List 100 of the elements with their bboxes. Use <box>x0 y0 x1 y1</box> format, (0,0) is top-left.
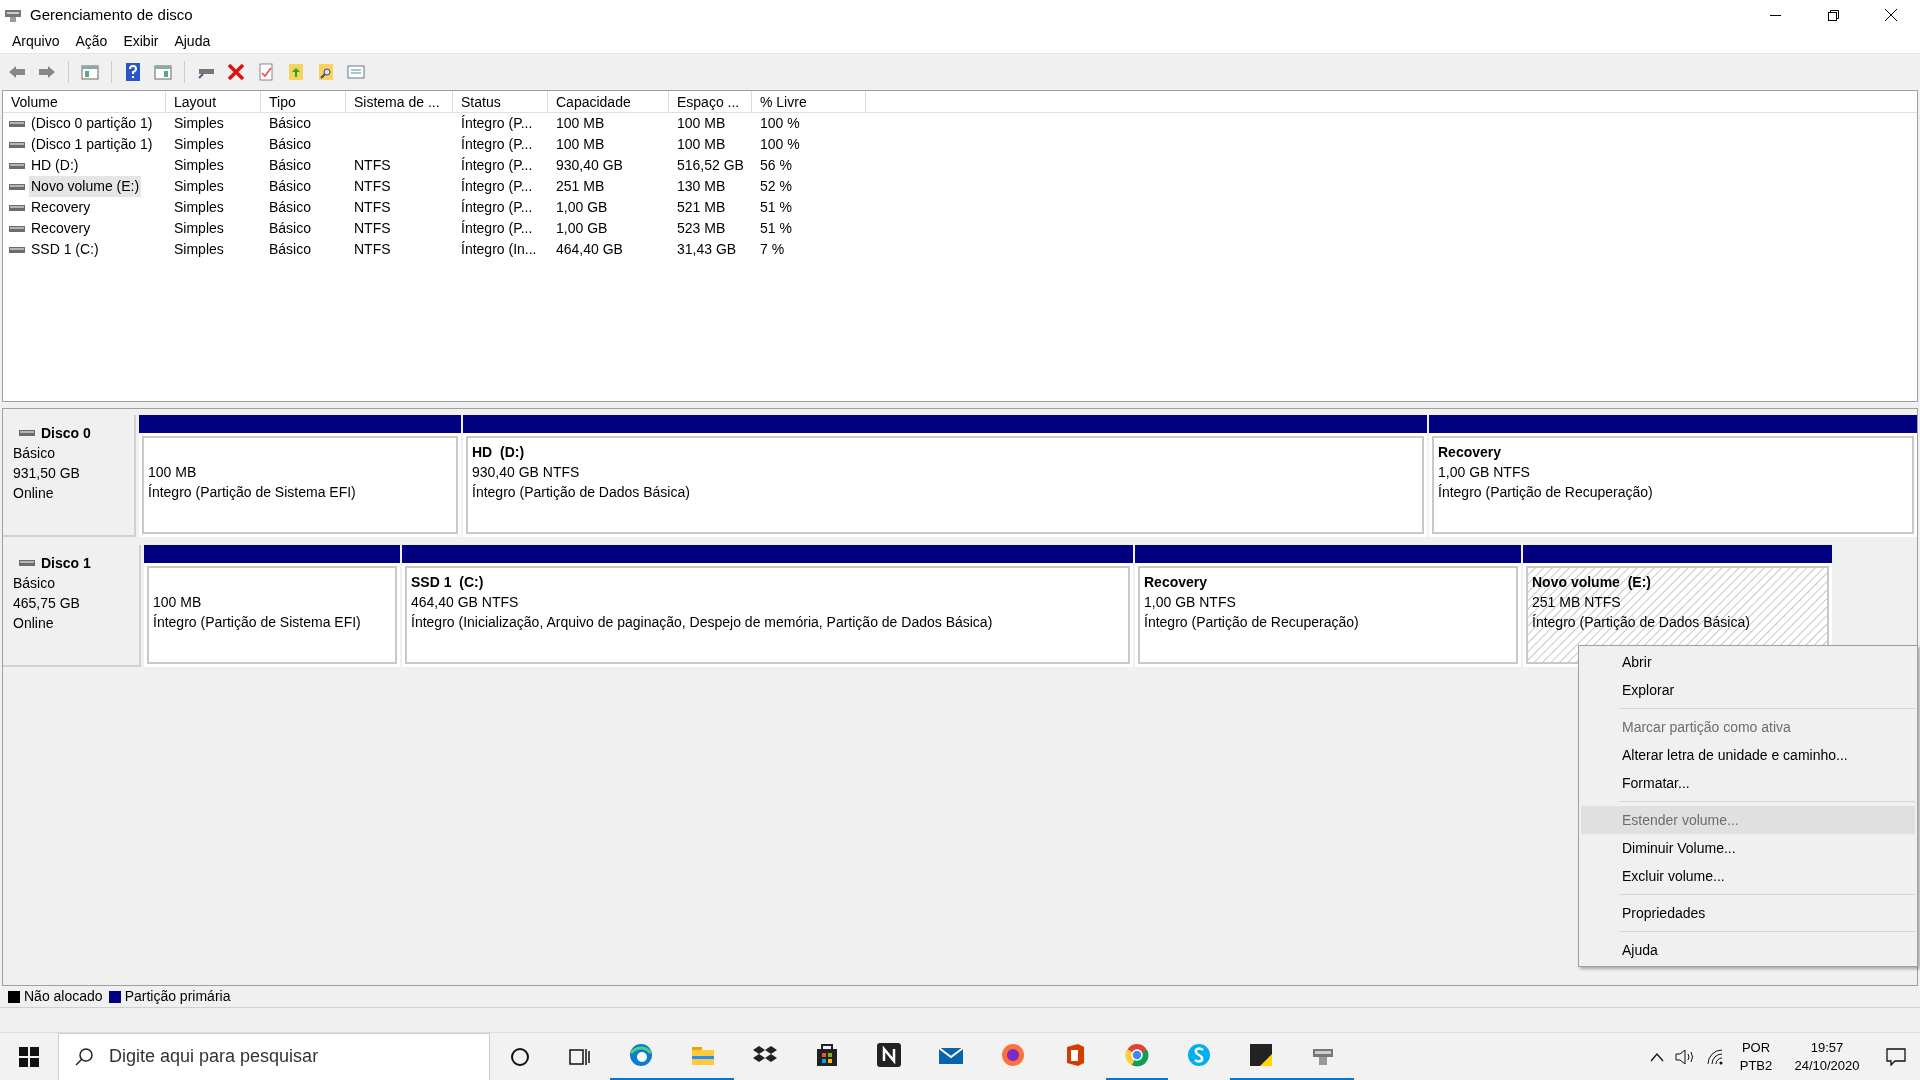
partition-size: 100 MB <box>153 593 202 612</box>
table-cell-text: 100 MB <box>677 135 726 154</box>
partition-status: Íntegro (Inicialização, Arquivo de paginação, Despejo de memória, Partição de Dados Básica) <box>411 613 993 632</box>
partition-status: Íntegro (Partição de Recuperação) <box>1144 613 1359 632</box>
partition-block[interactable]: 100 MB Íntegro (Partição de Sistema EFI) <box>144 545 400 667</box>
partition-name: HD (D:) <box>472 443 525 462</box>
table-cell-text: 56 % <box>760 156 792 175</box>
partition-block[interactable]: Recovery 1,00 GB NTFS Íntegro (Partição de Recuperação) <box>1429 415 1917 537</box>
table-cell-text: 251 MB <box>556 177 605 196</box>
language-indicator[interactable]: POR PTB2 <box>1730 1032 1782 1080</box>
table-cell: Novo volume (E:) <box>29 176 142 197</box>
table-cell-text: Recovery <box>30 219 92 238</box>
column-header[interactable]: Tipo <box>261 91 346 113</box>
partition-size: 1,00 GB NTFS <box>1438 463 1530 482</box>
table-cell-text: Íntegro (P... <box>461 198 533 217</box>
table-cell-text: SSD 1 (C:) <box>30 240 100 259</box>
column-header[interactable]: Layout <box>166 91 261 113</box>
table-cell-text: (Disco 0 partição 1) <box>30 114 154 133</box>
table-row[interactable]: Novo volume (E:) Simples Básico NTFS Íntegro (P... 251 MB 130 MB 52 % <box>3 176 1917 197</box>
table-cell-text: NTFS <box>354 240 391 259</box>
menu-item[interactable]: Ajuda <box>1581 927 1915 964</box>
table-cell-text: 100 MB <box>556 114 605 133</box>
table-cell-text: Básico <box>269 114 312 133</box>
table-cell-text: 523 MB <box>677 219 726 238</box>
table-cell-text: Íntegro (P... <box>461 177 533 196</box>
column-header[interactable]: Status <box>453 91 548 113</box>
table-cell-text: Básico <box>269 240 312 259</box>
disk-label-panel[interactable]: Disco 0 Básico 931,50 GB Online <box>3 415 136 537</box>
drive-icon <box>9 224 25 233</box>
table-cell-text: (Disco 1 partição 1) <box>30 135 154 154</box>
partition-block[interactable]: Recovery 1,00 GB NTFS Íntegro (Partição de Recuperação) <box>1135 545 1521 667</box>
table-cell-text: Simples <box>174 156 224 175</box>
table-cell-text: Íntegro (P... <box>461 135 533 154</box>
table-row[interactable]: (Disco 1 partição 1) Simples Básico Íntegro (P... 100 MB 100 MB 100 % <box>3 134 1917 155</box>
table-cell-text: NTFS <box>354 198 391 217</box>
column-header[interactable]: Sistema de ... <box>346 91 453 113</box>
partition-name: Recovery <box>1144 573 1208 592</box>
disk-size: 931,50 GB <box>13 464 80 483</box>
table-cell-text: Íntegro (P... <box>461 156 533 175</box>
table-cell-text: 100 MB <box>556 135 605 154</box>
column-header[interactable]: Espaço ... <box>669 91 752 113</box>
menu-item[interactable]: Excluir volume... <box>1581 862 1915 890</box>
partition-block[interactable]: SSD 1 (C:) 464,40 GB NTFS Íntegro (Inicialização, Arquivo de paginação, Despejo de memória, Partição de Dados Básica) <box>402 545 1133 667</box>
table-cell-text: Simples <box>174 219 224 238</box>
table-cell-text: Íntegro (P... <box>461 219 533 238</box>
legend-label: Partição primária <box>124 987 231 1006</box>
menu-item[interactable]: Arquivo <box>4 30 68 53</box>
menu-item[interactable]: Formatar... <box>1581 769 1915 797</box>
table-cell-text: 1,00 GB <box>556 219 608 238</box>
table-cell-text: NTFS <box>354 177 391 196</box>
table-cell-text: Básico <box>269 219 312 238</box>
menu-item[interactable]: Alterar letra de unidade e caminho... <box>1581 741 1915 769</box>
disk-name: Disco 0 <box>41 424 91 443</box>
partition-size: 930,40 GB NTFS <box>472 463 580 482</box>
table-cell-text: Simples <box>174 114 224 133</box>
table-row[interactable]: (Disco 0 partição 1) Simples Básico Íntegro (P... 100 MB 100 MB 100 % <box>3 113 1917 134</box>
menu-item[interactable]: Ajuda <box>166 30 219 53</box>
column-header[interactable]: Volume <box>3 91 166 113</box>
partition-status: Íntegro (Partição de Recuperação) <box>1438 483 1653 502</box>
disk-type: Básico <box>13 574 56 593</box>
partition-status: Íntegro (Partição de Sistema EFI) <box>153 613 361 632</box>
partition-name: Recovery <box>1438 443 1502 462</box>
table-row[interactable]: Recovery Simples Básico NTFS Íntegro (P... 1,00 GB 523 MB 51 % <box>3 218 1917 239</box>
table-row[interactable]: Recovery Simples Básico NTFS Íntegro (P... 1,00 GB 521 MB 51 % <box>3 197 1917 218</box>
table-cell-text: NTFS <box>354 219 391 238</box>
disk-size: 465,75 GB <box>13 594 80 613</box>
table-cell-text: 1,00 GB <box>556 198 608 217</box>
column-header[interactable]: Capacidade <box>548 91 669 113</box>
table-cell-text: 51 % <box>760 198 792 217</box>
table-cell-text: 464,40 GB <box>556 240 623 259</box>
disk-type: Básico <box>13 444 56 463</box>
menu-item[interactable]: Ação <box>67 30 116 53</box>
table-row[interactable]: SSD 1 (C:) Simples Básico NTFS Íntegro (In... 464,40 GB 31,43 GB 7 % <box>3 239 1917 260</box>
partition-size: 1,00 GB NTFS <box>1144 593 1236 612</box>
menu-item[interactable]: Propriedades <box>1581 890 1915 927</box>
partition-size: 251 MB NTFS <box>1532 593 1621 612</box>
table-cell-text: HD (D:) <box>30 156 80 175</box>
disk-label-panel[interactable]: Disco 1 Básico 465,75 GB Online <box>3 545 141 667</box>
table-cell-text: Básico <box>269 198 312 217</box>
table-cell-text: Íntegro (In... <box>461 240 537 259</box>
search-field[interactable]: Digite aqui para pesquisar <box>58 1032 490 1080</box>
legend-label: Não alocado <box>24 987 103 1006</box>
partition-block[interactable]: 100 MB Íntegro (Partição de Sistema EFI) <box>139 415 461 537</box>
drive-icon <box>9 140 25 149</box>
window-title: Gerenciamento de disco <box>30 4 193 25</box>
table-cell-text: Recovery <box>30 198 92 217</box>
partition-name: Novo volume (E:) <box>1532 573 1651 592</box>
menu-item[interactable]: Explorar <box>1581 676 1915 704</box>
table-cell-text: 516,52 GB <box>677 156 744 175</box>
menu-item[interactable]: Exibir <box>115 30 167 53</box>
clock[interactable]: 19:57 24/10/2020 <box>1782 1032 1872 1080</box>
table-cell-text: NTFS <box>354 156 391 175</box>
partition-block[interactable]: HD (D:) 930,40 GB NTFS Íntegro (Partição de Dados Básica) <box>463 415 1427 537</box>
column-header[interactable]: % Livre <box>752 91 866 113</box>
drive-icon <box>9 203 25 212</box>
disk-status: Online <box>13 614 54 633</box>
partition-status: Íntegro (Partição de Sistema EFI) <box>148 483 356 502</box>
menu-item[interactable]: Diminuir Volume... <box>1581 834 1915 862</box>
table-cell-text: Básico <box>269 135 312 154</box>
table-row[interactable]: HD (D:) Simples Básico NTFS Íntegro (P... 930,40 GB 516,52 GB 56 % <box>3 155 1917 176</box>
